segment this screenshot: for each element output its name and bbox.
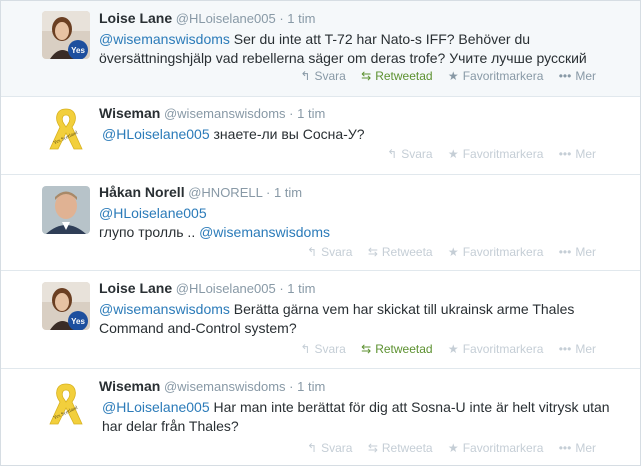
star-icon: ★ — [447, 69, 459, 83]
favorite-button[interactable]: ★ Favoritmarkera — [448, 245, 543, 259]
more-button[interactable]: ••• Mer — [559, 147, 596, 161]
favorite-button[interactable]: ★ Favoritmarkera — [448, 147, 543, 161]
avatar[interactable]: Yes Scotland — [42, 105, 90, 153]
mention-link[interactable]: @wisemanswisdoms — [199, 224, 330, 240]
tweet[interactable]: Yes Scotland Wiseman @wisemanswisdoms · … — [1, 97, 640, 175]
retweet-button[interactable]: ⇆ Retweetad — [361, 69, 432, 83]
reply-button[interactable]: ↰ Svara — [387, 147, 432, 161]
tweet-header: Loise Lane @HLoiselane005 · 1 tim — [99, 10, 632, 27]
retweet-icon: ⇆ — [361, 342, 372, 356]
tweet-header: Wiseman @wisemanswisdoms · 1 tim — [99, 105, 632, 122]
author-handle[interactable]: @HNORELL — [188, 185, 262, 200]
retweet-button[interactable]: ⇆ Retweeta — [368, 245, 433, 259]
separator-dot: · — [289, 379, 294, 394]
tweet[interactable]: Yes Scotland Wiseman @wisemanswisdoms · … — [1, 369, 640, 465]
reply-button[interactable]: ↰ Svara — [307, 245, 352, 259]
author-name[interactable]: Håkan Norell — [99, 184, 185, 200]
timestamp[interactable]: 1 tim — [297, 106, 325, 121]
avatar[interactable]: Yes — [42, 11, 90, 59]
tweet-header: Håkan Norell @HNORELL · 1 tim — [99, 184, 632, 201]
tweet-body: глупо тролль .. — [99, 224, 200, 240]
reply-arrow-icon: ↰ — [307, 245, 318, 259]
tweet-header: Wiseman @wisemanswisdoms · 1 tim — [99, 378, 632, 395]
author-name[interactable]: Wiseman — [99, 378, 160, 394]
retweet-icon: ⇆ — [367, 441, 378, 455]
reply-arrow-icon: ↰ — [300, 342, 311, 356]
tweet[interactable]: Håkan Norell @HNORELL · 1 tim @HLoiselan… — [1, 175, 640, 271]
ellipsis-icon: ••• — [558, 342, 572, 356]
avatar-badge: Yes — [71, 317, 85, 326]
tweet-body: знаете-ли вы Сосна-У? — [209, 126, 365, 142]
timeline: Yes Loise Lane @HLoiselane005 · 1 tim @w… — [0, 0, 641, 466]
tweet-actions: ↰ Svara ⇆ Retweeta ★ Favoritmarkera ••• Mer — [295, 441, 596, 455]
ellipsis-icon: ••• — [558, 147, 572, 161]
tweet-actions: ↰ Svara ⇆ Retweetad ★ Favoritmarkera ••• Mer — [288, 69, 596, 83]
star-icon: ★ — [447, 245, 459, 259]
tweet-header: Loise Lane @HLoiselane005 · 1 tim — [99, 280, 632, 297]
mention-link[interactable]: @HLoiselane005 — [102, 399, 210, 415]
timestamp[interactable]: 1 tim — [274, 185, 302, 200]
timestamp[interactable]: 1 tim — [287, 11, 315, 26]
separator-dot: · — [279, 281, 284, 296]
tweet-text: @HLoiselane005 знаете-ли вы Сосна-У? — [102, 125, 632, 144]
author-handle[interactable]: @HLoiselane005 — [176, 281, 276, 296]
reply-arrow-icon: ↰ — [300, 69, 311, 83]
author-handle[interactable]: @HLoiselane005 — [176, 11, 276, 26]
reply-arrow-icon: ↰ — [307, 441, 318, 455]
author-name[interactable]: Loise Lane — [99, 10, 172, 26]
ellipsis-icon: ••• — [558, 69, 572, 83]
retweet-icon: ⇆ — [361, 69, 372, 83]
mention-link[interactable]: @wisemanswisdoms — [99, 31, 230, 47]
tweet[interactable]: Yes Loise Lane @HLoiselane005 · 1 tim @w… — [1, 271, 640, 369]
more-button[interactable]: ••• Mer — [559, 441, 596, 455]
author-name[interactable]: Wiseman — [99, 105, 160, 121]
more-button[interactable]: ••• Mer — [559, 245, 596, 259]
tweet-text: @wisemanswisdoms Ser du inte att T-72 ha… — [99, 30, 632, 68]
avatar-badge: Yes — [71, 46, 85, 55]
tweet-text: @HLoiselane005 Har man inte berättat för… — [102, 398, 632, 436]
mention-link[interactable]: @HLoiselane005 — [99, 205, 207, 221]
mention-link[interactable]: @wisemanswisdoms — [99, 301, 230, 317]
mention-link[interactable]: @HLoiselane005 — [102, 126, 210, 142]
favorite-button[interactable]: ★ Favoritmarkera — [448, 342, 543, 356]
tweet-actions: ↰ Svara ⇆ Retweetad ★ Favoritmarkera ••• Mer — [288, 342, 596, 356]
star-icon: ★ — [447, 147, 459, 161]
author-handle[interactable]: @wisemanswisdoms — [164, 106, 286, 121]
separator-dot: · — [279, 11, 284, 26]
favorite-button[interactable]: ★ Favoritmarkera — [448, 441, 543, 455]
reply-button[interactable]: ↰ Svara — [307, 441, 352, 455]
retweet-icon: ⇆ — [367, 245, 378, 259]
avatar[interactable]: Yes Scotland — [42, 380, 90, 428]
retweet-button[interactable]: ⇆ Retweetad — [361, 342, 432, 356]
author-name[interactable]: Loise Lane — [99, 280, 172, 296]
star-icon: ★ — [447, 342, 459, 356]
tweet-actions: ↰ Svara ★ Favoritmarkera ••• Mer — [375, 147, 596, 161]
separator-dot: · — [289, 106, 294, 121]
retweet-button[interactable]: ⇆ Retweeta — [368, 441, 433, 455]
tweet[interactable]: Yes Loise Lane @HLoiselane005 · 1 tim @w… — [1, 1, 640, 97]
separator-dot: · — [265, 185, 271, 200]
tweet-text: @HLoiselane005 глупо тролль .. @wisemans… — [99, 204, 632, 242]
more-button[interactable]: ••• Mer — [559, 69, 596, 83]
star-icon: ★ — [447, 441, 459, 455]
author-handle[interactable]: @wisemanswisdoms — [164, 379, 286, 394]
ellipsis-icon: ••• — [558, 441, 572, 455]
tweet-text: @wisemanswisdoms Berätta gärna vem har s… — [99, 300, 632, 338]
timestamp[interactable]: 1 tim — [297, 379, 325, 394]
reply-button[interactable]: ↰ Svara — [300, 342, 345, 356]
avatar[interactable] — [42, 186, 90, 234]
timestamp[interactable]: 1 tim — [287, 281, 315, 296]
reply-arrow-icon: ↰ — [387, 147, 398, 161]
tweet-actions: ↰ Svara ⇆ Retweeta ★ Favoritmarkera ••• Mer — [295, 245, 596, 259]
avatar[interactable]: Yes — [42, 282, 90, 330]
reply-button[interactable]: ↰ Svara — [300, 69, 345, 83]
ellipsis-icon: ••• — [558, 245, 572, 259]
favorite-button[interactable]: ★ Favoritmarkera — [448, 69, 543, 83]
more-button[interactable]: ••• Mer — [559, 342, 596, 356]
